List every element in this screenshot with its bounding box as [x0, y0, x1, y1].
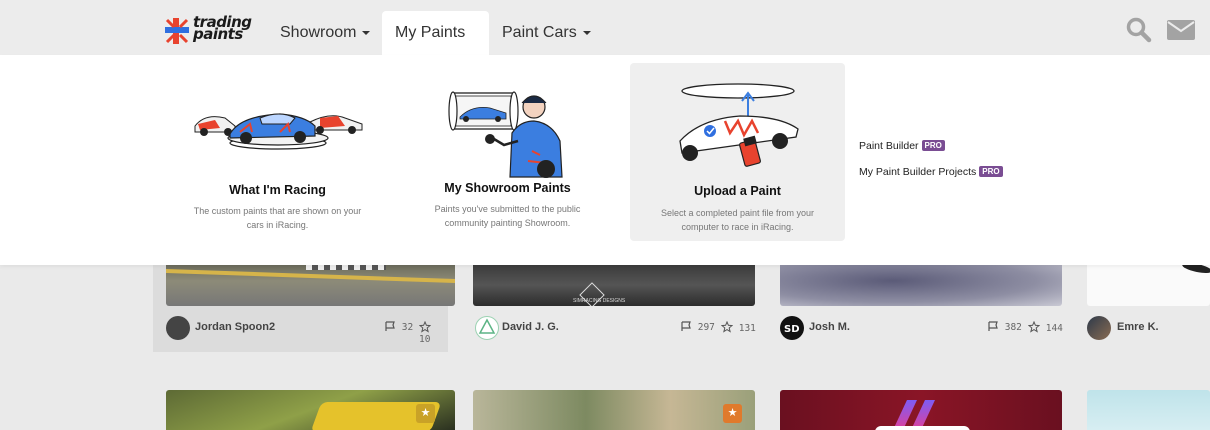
nav-my-paints[interactable]: My Paints — [382, 11, 489, 79]
racing-cars-illustration-icon — [194, 113, 363, 150]
race-count-value: 382 — [1004, 322, 1022, 333]
card-description: The custom paints that are shown on your… — [180, 204, 375, 232]
star-count: 144 — [1027, 320, 1063, 334]
star-count: 10 — [418, 320, 448, 345]
logo-line-2: paints — [193, 25, 243, 43]
paint-card[interactable]: SIMRACING DESIGNS David J. G. 297 131 — [473, 264, 768, 352]
checkered-flag-icon — [681, 321, 691, 331]
star-icon[interactable] — [1027, 320, 1041, 333]
paint-thumbnail[interactable]: ★ — [473, 390, 755, 430]
nav-paint-cars[interactable]: Paint Cars — [489, 11, 604, 55]
link-my-paint-builder-projects[interactable]: My Paint Builder Projects PRO — [859, 166, 1003, 178]
trophy-icon: ★ — [723, 404, 742, 423]
upload-paint-illustration-icon — [679, 83, 799, 167]
card-title: What I'm Racing — [229, 183, 326, 197]
star-icon[interactable] — [418, 320, 432, 333]
card-description: Select a completed paint file from your … — [640, 206, 835, 234]
search-icon[interactable] — [1126, 17, 1152, 43]
paint-card[interactable]: SD Josh M. 382 144 — [780, 264, 1075, 352]
card-description-line: The custom paints that are shown on your — [193, 206, 362, 216]
author-avatar[interactable]: SD — [780, 316, 804, 340]
menu-card-upload-a-paint[interactable]: Upload a Paint Select a completed paint … — [630, 63, 845, 241]
checkered-flag-icon — [385, 321, 395, 331]
pro-badge: PRO — [979, 166, 1003, 177]
paint-thumbnail[interactable] — [780, 390, 1062, 430]
paint-card[interactable]: Emre K. — [1087, 264, 1210, 352]
star-count: 131 — [720, 320, 756, 334]
checkered-flag-icon — [988, 321, 998, 331]
nav-showroom[interactable]: Showroom — [267, 11, 383, 55]
logo-text: trading paints — [193, 15, 252, 43]
card-title: Upload a Paint — [694, 184, 781, 198]
logo-mark-icon — [165, 18, 189, 44]
showroom-painter-illustration-icon — [448, 91, 563, 178]
paint-thumbnail[interactable] — [1087, 264, 1210, 306]
race-count-value: 32 — [401, 322, 414, 333]
author-logo-icon — [478, 318, 496, 334]
envelope-icon[interactable] — [1167, 20, 1195, 40]
pro-badge: PRO — [921, 140, 945, 151]
card-description-line: Select a completed paint file from your — [660, 208, 815, 218]
star-count-value: 144 — [1045, 323, 1063, 334]
author-name[interactable]: Josh M. — [809, 321, 850, 333]
race-count-value: 297 — [697, 322, 715, 333]
card-description-line: Paints you've submitted to the public — [434, 204, 581, 214]
chevron-down-icon — [582, 30, 591, 35]
race-count: 382 — [988, 321, 1022, 333]
card-title: My Showroom Paints — [444, 181, 571, 195]
thumb-watermark: SIMRACING DESIGNS — [573, 298, 626, 304]
nav-paint-cars-label: Paint Cars — [502, 24, 577, 41]
race-count: 32 — [385, 321, 413, 333]
link-paint-builder-label: Paint Builder — [859, 140, 919, 152]
paint-thumbnail[interactable] — [1087, 390, 1210, 430]
top-navbar: trading paints Showroom My Paints Paint … — [0, 0, 1210, 79]
author-name[interactable]: David J. G. — [502, 321, 559, 333]
my-paints-dropdown: What I'm Racing The custom paints that a… — [0, 55, 1210, 265]
star-count-value: 10 — [419, 334, 431, 345]
paint-thumbnail[interactable]: ★ — [166, 390, 455, 430]
paint-card[interactable]: Jordan Spoon2 32 10 — [153, 264, 455, 352]
chevron-down-icon — [362, 30, 371, 35]
star-icon[interactable] — [720, 320, 734, 333]
author-avatar[interactable] — [166, 316, 190, 340]
trophy-icon: ★ — [416, 404, 435, 423]
card-description: Paints you've submitted to the public co… — [410, 202, 605, 230]
svg-text:SD: SD — [784, 324, 800, 335]
paint-thumbnail[interactable] — [166, 264, 455, 306]
link-paint-builder[interactable]: Paint Builder PRO — [859, 140, 945, 152]
author-avatar[interactable] — [475, 316, 499, 340]
menu-card-my-showroom-paints[interactable]: My Showroom Paints Paints you've submitt… — [400, 63, 615, 241]
nav-my-paints-label: My Paints — [395, 24, 466, 41]
card-description-line: community painting Showroom. — [444, 218, 571, 228]
author-avatar[interactable] — [1087, 316, 1111, 340]
card-description-line: computer to race in iRacing. — [681, 222, 794, 232]
author-name[interactable]: Emre K. — [1117, 321, 1159, 333]
menu-card-what-im-racing[interactable]: What I'm Racing The custom paints that a… — [170, 63, 385, 241]
trading-paints-logo[interactable]: trading paints — [165, 15, 255, 46]
race-count: 297 — [681, 321, 715, 333]
paint-thumbnail[interactable] — [780, 264, 1062, 306]
link-my-paint-builder-projects-label: My Paint Builder Projects — [859, 166, 977, 178]
card-description-line: cars in iRacing. — [246, 220, 309, 230]
author-logo-icon: SD — [784, 324, 800, 335]
paint-thumbnail[interactable]: SIMRACING DESIGNS — [473, 264, 755, 306]
nav-showroom-label: Showroom — [280, 24, 357, 41]
star-count-value: 131 — [738, 323, 756, 334]
author-name[interactable]: Jordan Spoon2 — [195, 321, 275, 333]
